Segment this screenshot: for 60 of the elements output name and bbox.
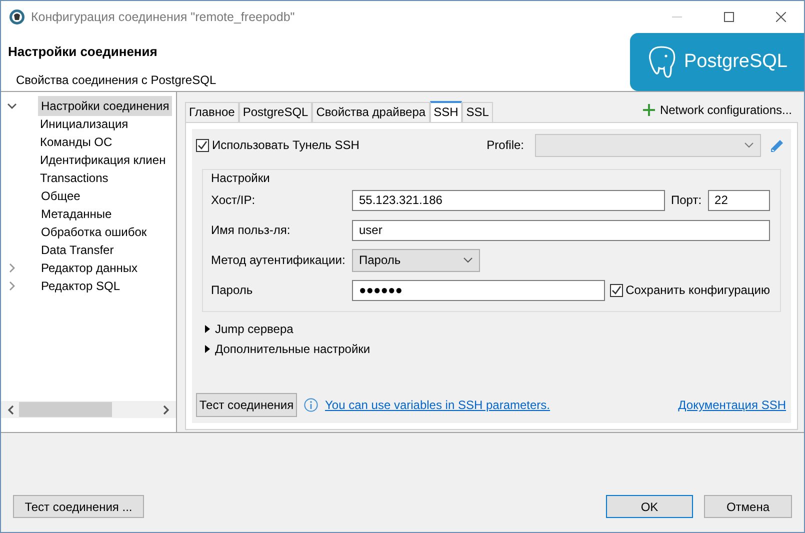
cancel-button[interactable]: Отмена — [704, 495, 792, 518]
collapsed-triangle-icon — [204, 325, 210, 333]
plus-icon — [642, 104, 655, 116]
tree-item[interactable]: Data Transfer — [38, 240, 117, 260]
tab[interactable]: SSL — [462, 102, 493, 122]
checkbox-label: Использовать Тунель SSH — [212, 137, 360, 154]
maximize-icon — [724, 12, 734, 22]
tab[interactable]: Главное — [185, 102, 239, 122]
username-field[interactable]: user — [352, 220, 770, 240]
auth-method-dropdown[interactable]: Пароль — [352, 248, 480, 272]
dialog-description: Свойства соединения с PostgreSQL — [15, 72, 218, 88]
field-label: Имя польз-ля: — [211, 222, 292, 239]
info-link[interactable]: You can use variables in SSH parameters. — [325, 396, 550, 414]
checkmark-icon — [610, 284, 622, 296]
test-connection-button[interactable]: Тест соединения — [196, 393, 297, 417]
field-label: Profile: — [486, 137, 524, 154]
tab[interactable]: PostgreSQL — [238, 102, 312, 122]
dropdown-caret-icon — [463, 257, 473, 263]
dialog-heading: Настройки соединения — [7, 43, 158, 61]
port-field[interactable]: 22 — [708, 190, 770, 210]
field-label: Пароль — [211, 282, 254, 299]
tree-item[interactable]: Настройки соединения — [38, 96, 172, 116]
tree-item[interactable]: Редактор данных — [38, 258, 141, 278]
tree-item[interactable]: Метаданные — [38, 204, 115, 224]
tree-item[interactable]: Обработка ошибок — [38, 222, 150, 242]
tree-item[interactable]: Редактор SQL — [38, 276, 124, 296]
dropdown-caret-icon — [744, 142, 754, 148]
ok-button[interactable]: OK — [606, 495, 693, 518]
documentation-link[interactable]: Документация SSH — [678, 396, 786, 414]
network-configurations-button[interactable]: Network configurations... — [636, 100, 798, 122]
tab[interactable]: Свойства драйвера — [312, 102, 430, 122]
collapsed-triangle-icon — [204, 345, 210, 353]
tree-item[interactable]: Инициализация — [37, 114, 132, 134]
close-icon — [776, 12, 786, 22]
elephant-icon — [646, 45, 676, 79]
window-title: Конфигурация соединения "remote_freepodb" — [31, 8, 295, 26]
checkbox-label: Сохранить конфигурацию — [626, 282, 770, 299]
checkbox[interactable] — [610, 284, 623, 296]
tree-item[interactable]: Команды ОС — [37, 132, 116, 152]
tree-item[interactable]: Идентификация клиен — [37, 150, 169, 170]
checkmark-icon — [197, 140, 208, 150]
logo-text: PostgreSQL — [684, 50, 788, 74]
checkbox[interactable] — [196, 138, 209, 152]
password-field[interactable]: ●●●●●● — [352, 280, 605, 300]
expandable-section[interactable]: Jump сервера — [196, 319, 787, 339]
tree-item[interactable]: Общее — [38, 186, 84, 206]
horizontal-scrollbar[interactable] — [1, 401, 176, 418]
field-label: Хост/IP: — [211, 192, 256, 209]
field-label: Порт: — [671, 192, 702, 209]
group-title: Настройки — [211, 170, 271, 185]
field-label: Метод аутентификации: — [211, 252, 346, 269]
scroll-right-icon[interactable] — [162, 404, 170, 414]
host-field[interactable]: 55.123.321.186 — [352, 190, 665, 210]
test-connection-button[interactable]: Тест соединения ... — [13, 495, 144, 518]
app-icon — [9, 9, 25, 25]
scroll-left-icon[interactable] — [7, 404, 15, 414]
info-icon — [304, 398, 318, 412]
tree-item[interactable]: Transactions — [37, 168, 112, 188]
tab[interactable]: SSH — [430, 101, 462, 122]
expandable-section[interactable]: Дополнительные настройки — [196, 339, 787, 359]
